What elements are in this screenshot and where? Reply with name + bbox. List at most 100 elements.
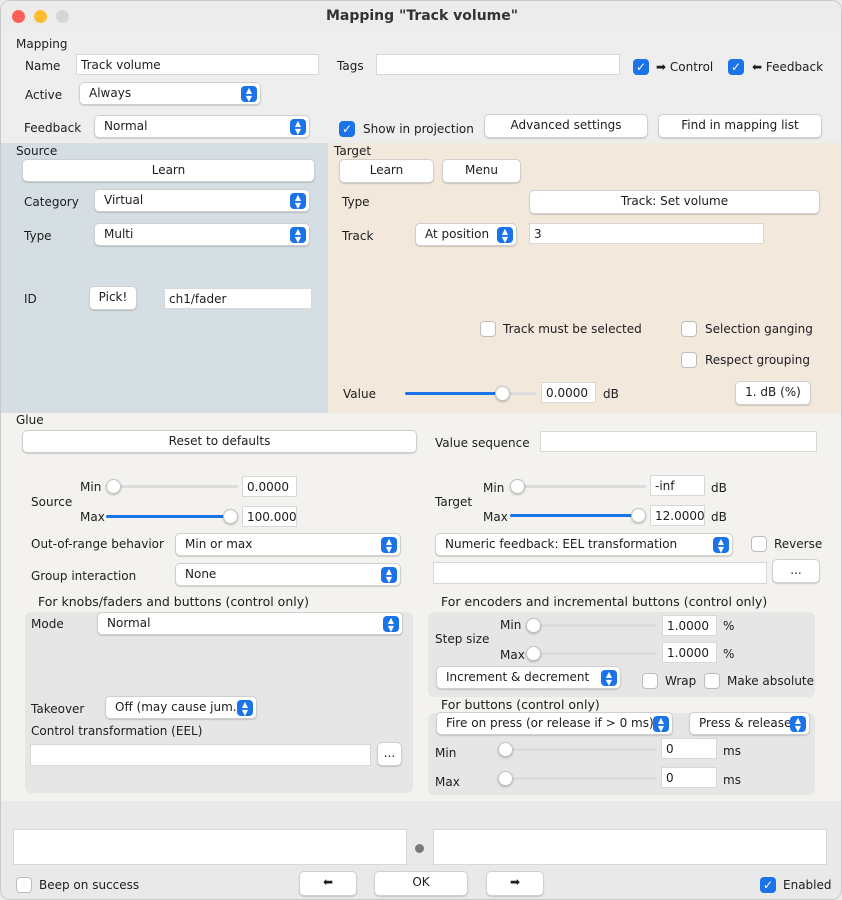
control-checkbox[interactable]: ✓ (633, 59, 649, 75)
target-menu-button[interactable]: Menu (442, 159, 521, 183)
button-min-unit: ms (723, 744, 741, 758)
wrap-label: Wrap (665, 674, 697, 688)
slider-knob[interactable] (526, 618, 541, 633)
respect-grouping-checkbox[interactable] (681, 352, 697, 368)
feedback-mode-select[interactable]: Normal ▲ ▼ (94, 115, 310, 138)
slider-knob[interactable] (498, 742, 513, 757)
selection-ganging-checkbox[interactable] (681, 321, 697, 337)
out-of-range-label: Out-of-range behavior (31, 537, 164, 551)
step-min-slider[interactable] (526, 618, 657, 633)
step-min-input[interactable]: 1.0000 (662, 615, 717, 636)
step-min-unit: % (723, 619, 735, 633)
fire-mode-select[interactable]: Fire on press (or release if > 0 ms) ▲ ▼ (436, 712, 673, 735)
source-section-title: Source (16, 144, 58, 158)
next-mapping-button[interactable]: ➡ (486, 871, 544, 896)
slider-knob[interactable] (526, 646, 541, 661)
source-min-slider[interactable] (106, 479, 238, 494)
target-learn-button[interactable]: Learn (339, 159, 434, 183)
slider-knob[interactable] (631, 508, 646, 523)
slider-knob[interactable] (498, 771, 513, 786)
control-transformation-label: Control transformation (EEL) (31, 724, 203, 738)
reverse-checkbox[interactable] (751, 536, 767, 552)
group-interaction-select[interactable]: None ▲ ▼ (175, 563, 401, 586)
select-arrows-icon: ▲ ▼ (237, 700, 253, 717)
ok-button[interactable]: OK (374, 871, 468, 896)
find-in-mapping-list-button[interactable]: Find in mapping list (658, 114, 822, 138)
reset-to-defaults-button[interactable]: Reset to defaults (22, 430, 417, 453)
control-transformation-input[interactable] (30, 744, 371, 766)
target-max-slider[interactable] (510, 508, 646, 523)
select-arrows-icon: ▲ ▼ (497, 227, 513, 244)
slider-knob[interactable] (106, 479, 121, 494)
track-input[interactable]: 3 (529, 223, 764, 244)
show-in-projection-checkbox[interactable]: ✓ (339, 121, 355, 137)
tags-input[interactable] (376, 54, 620, 75)
tags-label: Tags (337, 59, 364, 73)
track-mode-select[interactable]: At position ▲ ▼ (415, 223, 517, 246)
button-min-slider[interactable] (498, 742, 657, 757)
takeover-select[interactable]: Off (may cause jum... ▲ ▼ (105, 696, 257, 719)
source-max-slider[interactable] (106, 509, 238, 524)
feedback-expression-more-button[interactable]: ... (772, 559, 820, 583)
target-min-label: Min (483, 481, 505, 495)
select-arrows-icon: ▲ ▼ (241, 86, 257, 103)
feedback-type-select[interactable]: Numeric feedback: EEL transformation ▲ ▼ (435, 533, 733, 556)
value-input[interactable]: 0.0000 (541, 382, 596, 403)
enabled-checkbox[interactable]: ✓ (760, 877, 776, 893)
glue-source-label: Source (31, 495, 73, 509)
glue-target-label: Target (435, 495, 473, 509)
wrap-checkbox[interactable] (642, 673, 658, 689)
name-input[interactable]: Track volume (76, 54, 319, 75)
status-indicator-icon (415, 844, 424, 853)
step-max-slider[interactable] (526, 646, 657, 661)
button-min-input[interactable]: 0 (661, 738, 717, 759)
target-min-slider[interactable] (510, 479, 646, 494)
step-max-label: Max (500, 648, 525, 662)
increment-mode-select[interactable]: Increment & decrement ▲ ▼ (436, 666, 621, 689)
out-of-range-select[interactable]: Min or max ▲ ▼ (175, 533, 401, 556)
slider-knob[interactable] (495, 386, 510, 401)
control-transformation-more-button[interactable]: ... (377, 742, 402, 766)
value-sequence-input[interactable] (540, 431, 817, 452)
beep-on-success-checkbox[interactable] (16, 877, 32, 893)
mode-select[interactable]: Normal ▲ ▼ (97, 612, 403, 635)
select-arrows-icon: ▲ ▼ (290, 227, 306, 244)
slider-knob[interactable] (510, 479, 525, 494)
active-select[interactable]: Always ▲ ▼ (79, 82, 261, 105)
control-label: ➡ Control (656, 60, 714, 74)
value-unit-button[interactable]: 1. dB (%) (735, 381, 811, 405)
advanced-settings-button[interactable]: Advanced settings (484, 114, 648, 138)
id-input[interactable]: ch1/fader (164, 288, 312, 309)
pick-button[interactable]: Pick! (89, 286, 137, 310)
track-label: Track (342, 229, 374, 243)
group-interaction-label: Group interaction (31, 569, 137, 583)
reverse-label: Reverse (774, 537, 823, 551)
slider-knob[interactable] (223, 509, 238, 524)
value-slider[interactable] (405, 386, 536, 401)
source-type-label: Type (24, 229, 52, 243)
feedback-mode-label: Feedback (24, 121, 82, 135)
make-absolute-checkbox[interactable] (704, 673, 720, 689)
source-max-input[interactable]: 100.0000 (242, 506, 297, 527)
select-arrows-icon: ▲ ▼ (790, 716, 806, 733)
source-max-label: Max (80, 510, 105, 524)
feedback-expression-input[interactable] (433, 562, 767, 584)
previous-mapping-button[interactable]: ⬅ (299, 871, 357, 896)
target-min-input[interactable]: -inf (650, 475, 705, 496)
feedback-checkbox[interactable]: ✓ (728, 59, 744, 75)
source-type-select[interactable]: Multi ▲ ▼ (94, 223, 310, 246)
button-max-slider[interactable] (498, 771, 657, 786)
category-select[interactable]: Virtual ▲ ▼ (94, 189, 310, 212)
button-max-input[interactable]: 0 (661, 767, 717, 788)
track-must-be-selected-checkbox[interactable] (480, 321, 496, 337)
selection-ganging-label: Selection ganging (705, 322, 813, 336)
press-mode-select[interactable]: Press & release ▲ ▼ (689, 712, 810, 735)
source-learn-button[interactable]: Learn (22, 159, 315, 182)
step-max-input[interactable]: 1.0000 (662, 642, 717, 663)
select-arrows-icon: ▲ ▼ (653, 716, 669, 733)
target-max-unit: dB (711, 510, 727, 524)
target-type-button[interactable]: Track: Set volume (529, 190, 820, 214)
target-max-input[interactable]: 12.0000 (650, 505, 705, 526)
source-min-input[interactable]: 0.0000 (242, 476, 297, 497)
mode-label: Mode (31, 617, 64, 631)
